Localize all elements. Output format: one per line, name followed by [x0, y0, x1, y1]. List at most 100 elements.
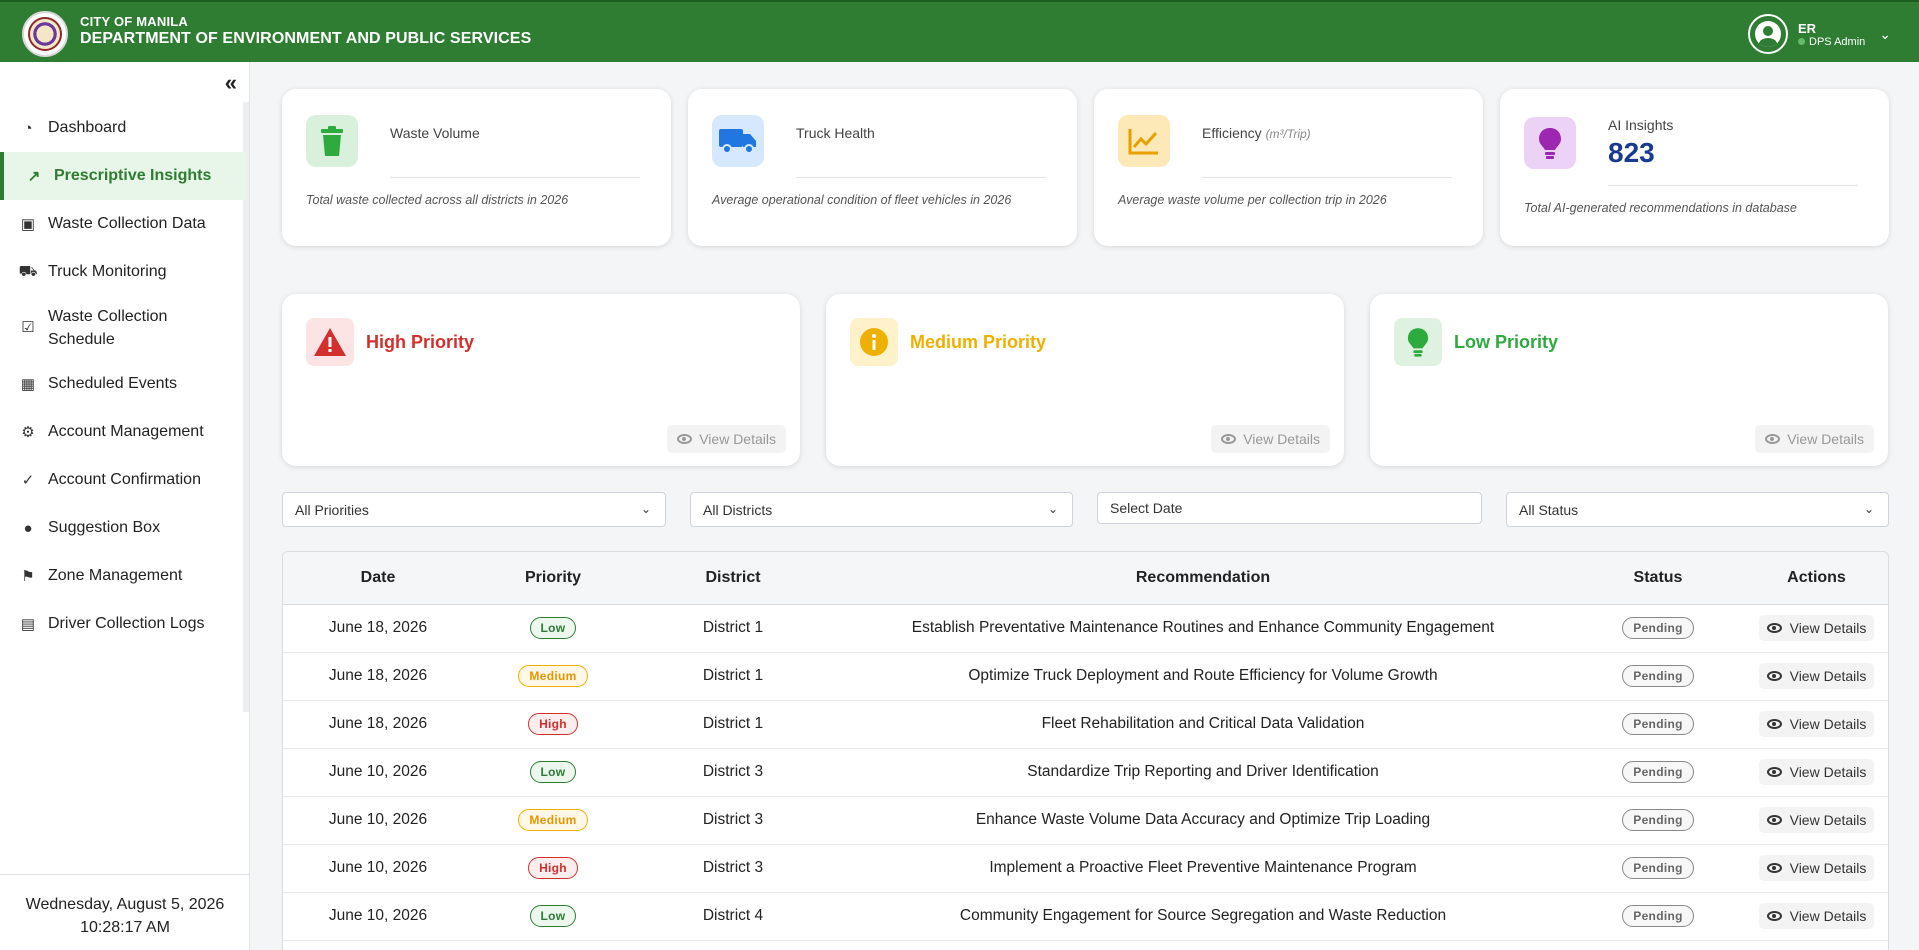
sidebar-item-waste-collection-data[interactable]: ▣ Waste Collection Data: [0, 200, 246, 248]
sidebar-item-driver-collection-logs[interactable]: ▤ Driver Collection Logs: [0, 600, 246, 648]
sidebar-item-label: Account Confirmation: [48, 471, 201, 488]
table-row[interactable]: June 10, 2026 Medium District 3 Enhance Was…: [283, 796, 1888, 845]
view-details-button[interactable]: View Details: [667, 425, 786, 453]
view-details-button[interactable]: View Details: [1758, 903, 1875, 929]
column-header-recommendation[interactable]: Recommendation: [833, 552, 1573, 605]
date-filter-input[interactable]: Select Date: [1097, 492, 1482, 524]
kpi-card-ai-insights: AI Insights 823 Total AI-generated recom…: [1500, 89, 1889, 246]
column-header-district[interactable]: District: [633, 552, 833, 605]
cell-recommendation: Fleet Rehabilitation and Critical Data V…: [833, 700, 1573, 749]
cell-actions: View Details: [1743, 604, 1888, 653]
cell-date: June 18, 2026: [283, 700, 473, 749]
view-details-button[interactable]: View Details: [1755, 425, 1874, 453]
sidebar-item-dashboard[interactable]: ◔ Dashboard: [0, 104, 246, 152]
priority-badge: Low: [529, 761, 577, 783]
info-circle-icon: [850, 318, 898, 366]
chevron-down-icon[interactable]: ⌄: [1879, 26, 1891, 43]
calendar-icon: ▦: [20, 376, 36, 393]
current-time: 10:28:17 AM: [80, 919, 170, 937]
column-header-actions: Actions: [1743, 552, 1888, 605]
status-badge: Pending: [1622, 905, 1694, 927]
top-header: CITY OF MANILA DEPARTMENT OF ENVIRONMENT…: [0, 0, 1919, 62]
table-row[interactable]: June 10, 2026 Low District 4 Community Enga…: [283, 892, 1888, 941]
priority-badge: Low: [529, 905, 577, 927]
table-row[interactable]: June 10, 2026 High District 3 Implement a P…: [283, 844, 1888, 893]
cell-recommendation: Implement a Proactive Fleet Preventive M…: [833, 844, 1573, 893]
table-row[interactable]: June 18, 2026 Medium District 1 Optimize Tr…: [283, 652, 1888, 701]
kpi-value: 823: [1608, 137, 1655, 168]
status-filter-select[interactable]: All Status ⌄: [1506, 492, 1889, 527]
view-details-button[interactable]: View Details: [1758, 807, 1875, 833]
view-details-label: View Details: [699, 431, 776, 447]
column-header-status[interactable]: Status: [1573, 552, 1743, 605]
cell-district: District 1: [633, 604, 833, 653]
eye-icon: [1765, 434, 1781, 444]
priority-filter-select[interactable]: All Priorities ⌄: [282, 492, 666, 527]
sidebar-item-prescriptive-insights[interactable]: ↗ Prescriptive Insights: [0, 152, 246, 200]
column-header-priority[interactable]: Priority: [473, 552, 633, 605]
sidebar-item-waste-collection-schedule[interactable]: ☑ Waste Collection Schedule: [0, 296, 246, 360]
trash-icon: ▣: [20, 216, 36, 233]
cell-recommendation: Establish Preventative Maintenance Routi…: [833, 604, 1573, 653]
view-details-button[interactable]: View Details: [1758, 855, 1875, 881]
table-row[interactable]: June 18, 2026 High District 1 Fleet Rehabil…: [283, 700, 1888, 749]
sidebar-item-truck-monitoring[interactable]: ⛟ Truck Monitoring: [0, 248, 246, 296]
kpi-description: Total AI-generated recommendations in da…: [1524, 201, 1797, 215]
cell-status: Pending: [1573, 652, 1743, 701]
cell-status: Pending: [1573, 700, 1743, 749]
eye-icon: [1766, 767, 1782, 777]
clipboard-icon: ▤: [20, 616, 36, 633]
cell-actions: View Details: [1743, 892, 1888, 941]
collapse-sidebar-icon[interactable]: «: [225, 70, 237, 96]
org-name: CITY OF MANILA DEPARTMENT OF ENVIRONMENT…: [80, 14, 531, 48]
cell-status: Pending: [1573, 748, 1743, 797]
cell-recommendation: Standardize Trip Reporting and Driver Id…: [833, 748, 1573, 797]
view-details-label: View Details: [1789, 860, 1867, 876]
sidebar-item-suggestion-box[interactable]: ● Suggestion Box: [0, 504, 246, 552]
cell-date: June 10, 2026: [283, 892, 473, 941]
kpi-title-text: Efficiency: [1202, 125, 1262, 141]
view-details-button[interactable]: View Details: [1758, 663, 1875, 689]
district-filter-value: All Districts: [703, 501, 773, 518]
status-badge: Pending: [1622, 857, 1694, 879]
city-seal-logo: [22, 11, 68, 57]
kpi-card-efficiency: Efficiency (m³/Trip) Average waste volum…: [1094, 89, 1483, 246]
user-menu[interactable]: ER DPS Admin ⌄: [1748, 14, 1891, 54]
sidebar-item-label: Truck Monitoring: [48, 263, 167, 280]
table-row[interactable]: June 18, 2026 Low District 1 Establish Prev…: [283, 604, 1888, 653]
priority-card-high: High Priority View Details: [282, 294, 800, 466]
kpi-title: Efficiency (m³/Trip): [1202, 125, 1311, 141]
cell-priority: Medium: [473, 796, 633, 845]
cell-date: June 10, 2026: [283, 844, 473, 893]
district-filter-select[interactable]: All Districts ⌄: [690, 492, 1073, 527]
sidebar-item-account-confirmation[interactable]: ✓ Account Confirmation: [0, 456, 246, 504]
truck-icon: ⛟: [18, 262, 38, 280]
cell-district: District 1: [633, 700, 833, 749]
cell-district: District 4: [633, 892, 833, 941]
cell-priority: Medium: [473, 652, 633, 701]
view-details-button[interactable]: View Details: [1758, 759, 1875, 785]
sidebar-item-zone-management[interactable]: ⚑ Zone Management: [0, 552, 246, 600]
view-details-label: View Details: [1789, 764, 1867, 780]
view-details-button[interactable]: View Details: [1758, 711, 1875, 737]
kpi-title: Truck Health: [796, 125, 875, 141]
table-header-row: Date Priority District Recommendation St…: [283, 552, 1888, 605]
cell-actions: View Details: [1743, 748, 1888, 797]
view-details-label: View Details: [1789, 908, 1867, 924]
cell-priority: Low: [473, 892, 633, 941]
sidebar-item-scheduled-events[interactable]: ▦ Scheduled Events: [0, 360, 246, 408]
column-header-date[interactable]: Date: [283, 552, 473, 605]
chevron-down-icon: ⌄: [640, 502, 651, 516]
view-details-label: View Details: [1789, 716, 1867, 732]
kpi-description: Average operational condition of fleet v…: [712, 193, 1012, 207]
cell-date: June 10, 2026: [283, 796, 473, 845]
kpi-title: AI Insights: [1608, 117, 1674, 133]
view-details-button[interactable]: View Details: [1211, 425, 1330, 453]
chart-line-icon: [1118, 115, 1170, 167]
user-avatar-icon[interactable]: [1748, 14, 1789, 54]
table-row[interactable]: June 10, 2026 Low District 3 Standardize Tr…: [283, 748, 1888, 797]
status-badge: Pending: [1622, 713, 1694, 735]
view-details-button[interactable]: View Details: [1758, 615, 1875, 641]
kpi-unit: (m³/Trip): [1265, 127, 1311, 141]
sidebar-item-account-management[interactable]: ⚙ Account Management: [0, 408, 246, 456]
